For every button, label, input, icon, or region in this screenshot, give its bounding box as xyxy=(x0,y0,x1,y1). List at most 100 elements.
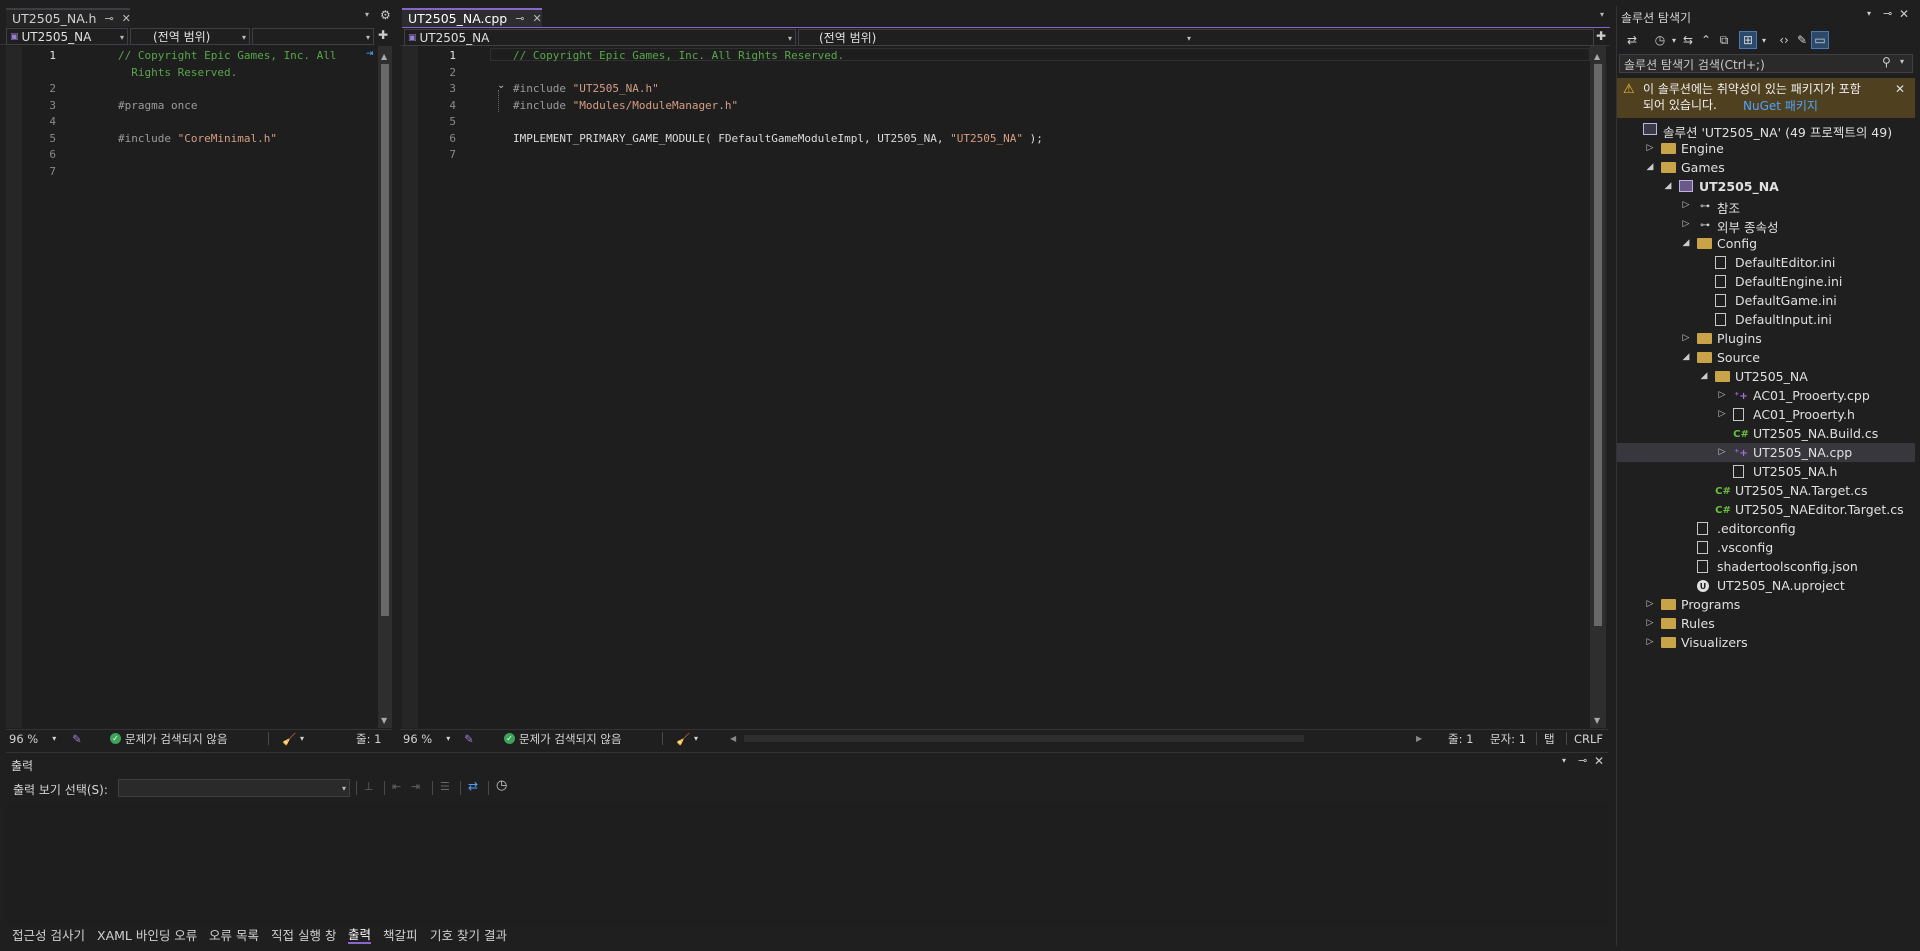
solution-search-box[interactable]: 솔루션 탐색기 검색(Ctrl+;) ⚲ ▾ xyxy=(1619,54,1913,73)
pin-icon[interactable]: ⊸ xyxy=(1578,754,1587,767)
right-scrollbar-thumb[interactable] xyxy=(1594,64,1602,626)
bottom-tab[interactable]: XAML 바인딩 오류 xyxy=(97,924,197,944)
chevron-down-icon[interactable]: ▾ xyxy=(1900,57,1904,66)
code-line[interactable]: #include "Modules/ModuleManager.h" xyxy=(513,99,738,112)
tree-item[interactable]: ◢ Games xyxy=(1617,158,1915,177)
tree-item[interactable]: shadertoolsconfig.json xyxy=(1617,557,1915,576)
tree-item[interactable]: ▷ ⁺+ UT2505_NA.cpp xyxy=(1617,443,1915,462)
chevron-down-icon[interactable]: ▾ xyxy=(300,730,304,747)
column-indicator[interactable]: 문자: 1 xyxy=(1490,730,1526,747)
tree-item[interactable]: ◢ UT2505_NA xyxy=(1617,177,1915,196)
line-ending[interactable]: CRLF xyxy=(1574,730,1603,747)
left-scrollbar-up-arrow[interactable]: ▲ xyxy=(381,52,387,61)
tree-item[interactable]: ◢ Config xyxy=(1617,234,1915,253)
collapse-arrow-icon[interactable]: ◢ xyxy=(1681,238,1691,248)
tree-item[interactable]: C# UT2505_NAEditor.Target.cs xyxy=(1617,500,1915,519)
preview-icon[interactable]: ▭ xyxy=(1811,31,1829,49)
zoom-dropdown[interactable]: 96 % ▾ xyxy=(403,730,461,747)
close-icon[interactable]: ✕ xyxy=(532,12,541,25)
nuget-packages-link[interactable]: NuGet 패키지 xyxy=(1743,97,1818,114)
issues-indicator[interactable]: ✓ 문제가 검색되지 않음 xyxy=(504,730,622,747)
close-icon[interactable]: ✕ xyxy=(1899,7,1909,21)
clock-icon[interactable]: ◷ xyxy=(496,778,507,793)
project-dropdown[interactable]: ▣ UT2505_NA ▾ xyxy=(6,28,128,45)
code-line[interactable]: IMPLEMENT_PRIMARY_GAME_MODULE( FDefaultG… xyxy=(513,132,1043,145)
left-scrollbar-thumb[interactable] xyxy=(381,64,389,616)
tree-item[interactable]: DefaultInput.ini xyxy=(1617,310,1915,329)
tree-item[interactable]: ◢ UT2505_NA xyxy=(1617,367,1915,386)
expand-arrow-icon[interactable]: ▷ xyxy=(1717,409,1727,419)
tree-item[interactable]: DefaultEditor.ini xyxy=(1617,253,1915,272)
collapse-arrow-icon[interactable]: ◢ xyxy=(1699,371,1709,381)
cleanup-icon[interactable]: 🧹 xyxy=(676,730,690,747)
brush-icon[interactable]: ✎ xyxy=(464,730,474,747)
scope-dropdown[interactable]: (전역 범위) ▾ xyxy=(130,28,250,45)
code-line[interactable]: #include "UT2505_NA.h" xyxy=(513,82,659,95)
clear-all-icon[interactable]: ☰ xyxy=(440,780,450,793)
collapse-arrow-icon[interactable]: ◢ xyxy=(1681,352,1691,362)
tab-overflow-icon[interactable]: ▾ xyxy=(365,10,369,19)
search-input[interactable]: 솔루션 탐색기 검색(Ctrl+;) xyxy=(1624,56,1765,73)
scroll-right-icon[interactable]: ▶ xyxy=(1416,730,1422,747)
output-text-area[interactable] xyxy=(6,803,1608,925)
gear-icon[interactable]: ⚙ xyxy=(380,8,391,22)
search-icon[interactable]: ⚲ xyxy=(1882,55,1891,69)
tree-item[interactable]: ◢ Source xyxy=(1617,348,1915,367)
scroll-left-icon[interactable]: ◀ xyxy=(730,730,736,747)
pin-icon[interactable]: ⊸ xyxy=(1883,7,1892,20)
tree-item[interactable]: ▷ Rules xyxy=(1617,614,1915,633)
line-indicator[interactable]: 줄: 1 xyxy=(356,730,381,747)
find-message-icon[interactable]: ⊥ xyxy=(364,780,374,793)
panel-dropdown-icon[interactable]: ▾ xyxy=(1867,9,1871,18)
left-code-area[interactable]: 1 // Copyright Epic Games, Inc. All Right… xyxy=(6,46,392,728)
project-dropdown[interactable]: ▣ UT2505_NA ▾ xyxy=(404,29,796,46)
collapse-arrow-icon[interactable]: ◢ xyxy=(1663,181,1673,191)
tab-ut2505-na-cpp[interactable]: UT2505_NA.cpp ⊸ ✕ xyxy=(402,8,542,27)
horizontal-scrollbar[interactable] xyxy=(744,735,1304,742)
expand-arrow-icon[interactable]: ▷ xyxy=(1681,333,1691,343)
next-message-icon[interactable]: ⇥ xyxy=(411,780,420,793)
split-window-icon[interactable]: ✚ xyxy=(1596,29,1606,43)
tree-item[interactable]: U UT2505_NA.uproject xyxy=(1617,576,1915,595)
right-code-area[interactable]: 1 // Copyright Epic Games, Inc. All Right… xyxy=(402,46,1590,728)
tab-ut2505-na-h[interactable]: UT2505_NA.h ⊸ ✕ xyxy=(6,8,131,27)
split-window-icon[interactable]: ✚ xyxy=(378,28,388,42)
issues-indicator[interactable]: ✓ 문제가 검색되지 않음 xyxy=(110,730,228,747)
previous-message-icon[interactable]: ⇤ xyxy=(392,780,401,793)
tree-item[interactable]: ▷ Programs xyxy=(1617,595,1915,614)
expand-arrow-icon[interactable]: ▷ xyxy=(1645,618,1655,628)
copy-icon[interactable]: ⧉ xyxy=(1715,31,1733,49)
indent-mode[interactable]: 탭 xyxy=(1544,730,1555,747)
tree-item[interactable]: ▷ Engine xyxy=(1617,139,1915,158)
tree-item[interactable]: .editorconfig xyxy=(1617,519,1915,538)
sync-icon[interactable]: ⇆ xyxy=(1679,31,1697,49)
bottom-tab[interactable]: 출력 xyxy=(348,924,372,944)
bottom-tab[interactable]: 직접 실행 창 xyxy=(271,924,336,944)
brush-icon[interactable]: ✎ xyxy=(72,730,82,747)
tree-item[interactable]: DefaultEngine.ini xyxy=(1617,272,1915,291)
tree-item[interactable]: ▷ ⊶ 참조 xyxy=(1617,196,1915,216)
tab-overflow-icon[interactable]: ▾ xyxy=(1600,10,1604,19)
close-icon[interactable]: ✕ xyxy=(122,12,131,25)
expand-arrow-icon[interactable]: ▷ xyxy=(1645,143,1655,153)
scope-dropdown[interactable]: (전역 범위) ▾ xyxy=(798,29,1594,46)
expand-arrow-icon[interactable]: ▷ xyxy=(1645,599,1655,609)
chevron-down-icon[interactable]: ▾ xyxy=(694,730,698,747)
tree-item[interactable]: C# UT2505_NA.Target.cs xyxy=(1617,481,1915,500)
expand-arrow-icon[interactable]: ▷ xyxy=(1717,390,1727,400)
bottom-tab[interactable]: 기호 찾기 결과 xyxy=(430,924,507,944)
tree-item[interactable]: 솔루션 'UT2505_NA' (49 프로젝트의 49) xyxy=(1617,120,1915,140)
code-line[interactable]: Rights Reserved. xyxy=(118,66,237,79)
code-view-icon[interactable]: ‹› xyxy=(1775,31,1793,49)
close-icon[interactable]: ✕ xyxy=(1594,754,1604,768)
tree-item[interactable]: C# UT2505_NA.Build.cs xyxy=(1617,424,1915,443)
member-dropdown[interactable]: ▾ xyxy=(252,28,374,45)
switch-views-icon[interactable]: ⇄ xyxy=(1623,31,1641,49)
zoom-dropdown[interactable]: 96 % ▾ xyxy=(9,730,67,747)
bottom-tab[interactable]: 접근성 검사기 xyxy=(12,924,85,944)
output-source-dropdown[interactable]: ▾ xyxy=(118,779,350,797)
right-scrollbar-up-arrow[interactable]: ▲ xyxy=(1594,52,1600,61)
code-line[interactable]: #include "CoreMinimal.h" xyxy=(118,132,277,145)
collapse-all-icon[interactable]: ⌃ xyxy=(1697,31,1715,49)
tree-item[interactable]: DefaultGame.ini xyxy=(1617,291,1915,310)
